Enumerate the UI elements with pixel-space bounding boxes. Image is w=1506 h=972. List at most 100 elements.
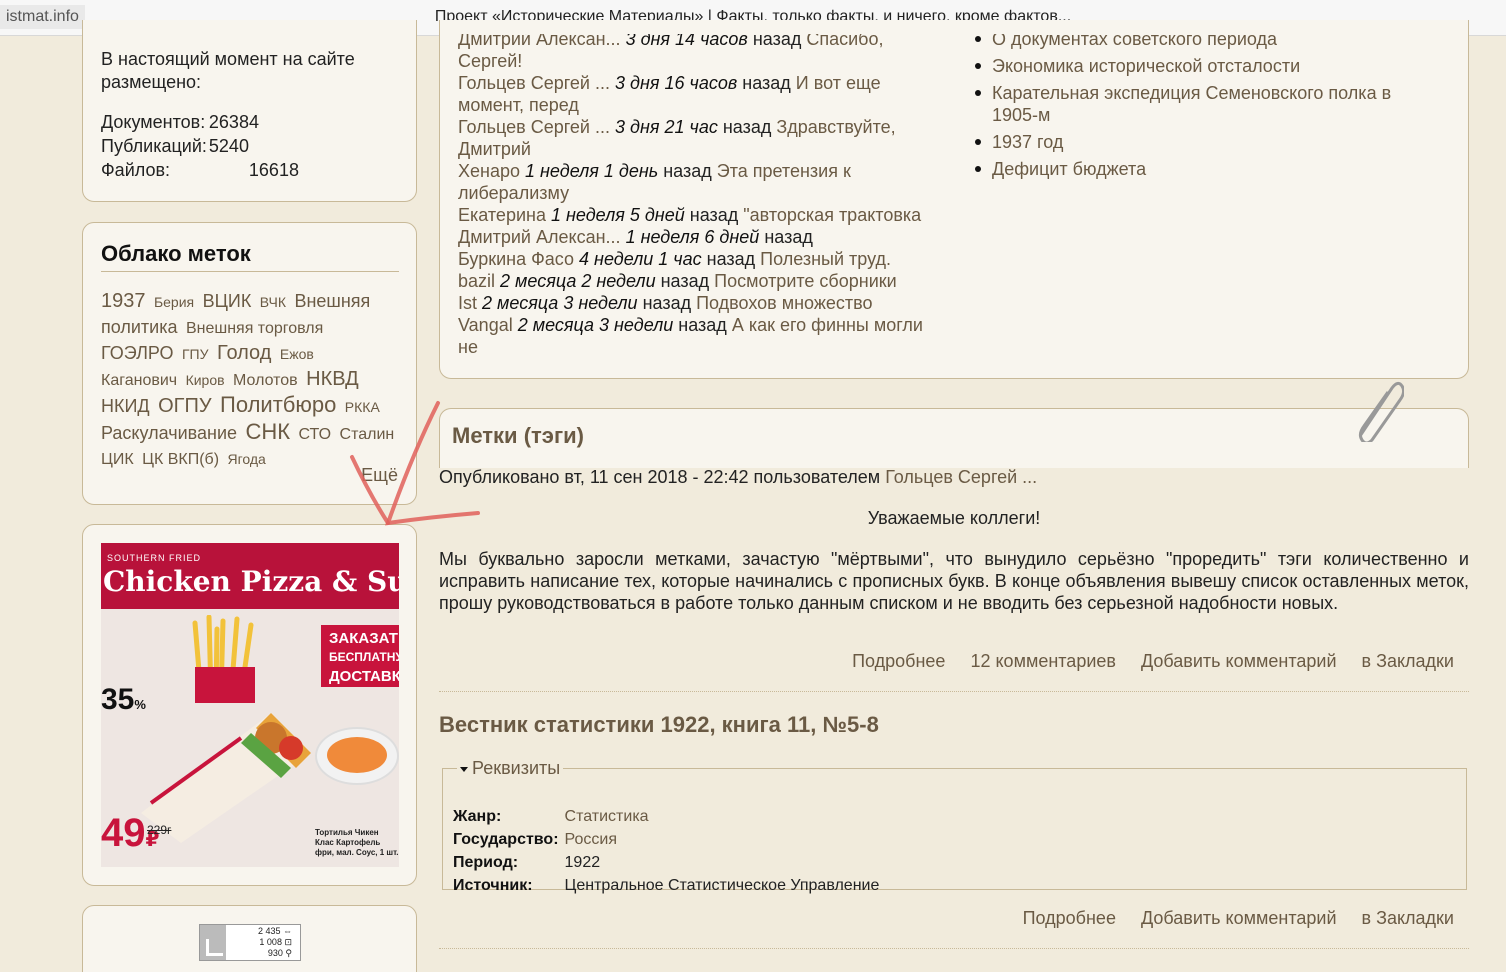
tag-link[interactable]: ЦИК [101,451,134,468]
visit-counter[interactable]: 2 435 ⇔ 1 008 ⊡ 930 ⚲ [199,924,301,961]
tag-link[interactable]: ЦК ВКП(б) [142,451,219,468]
counter-block: 2 435 ⇔ 1 008 ⊡ 930 ⚲ [82,905,417,972]
comment-ago-suffix: назад [752,29,802,49]
comment-author-link[interactable]: Дмитрий Алексан... [458,34,621,49]
ad-old-price: 229г [147,823,172,837]
comment-ago-suffix: назад [689,205,739,225]
comment-age: 1 неделя 5 дней [550,205,685,225]
requisites-label: Реквизиты [472,758,561,778]
comment-text-link[interactable]: Подвохов множество [696,293,872,313]
add-comment-link[interactable]: Добавить комментарий [1141,651,1337,671]
tag-cloud-more-link[interactable]: Ещё [361,465,398,486]
meta-prefix: Опубликовано вт, 11 сен 2018 - 22:42 пол… [439,467,881,487]
tag-link[interactable]: ОГПУ [158,395,211,417]
requisites-table: Жанр: Статистика Государство: Россия Перио… [453,805,879,897]
bookmark-link[interactable]: в Закладки [1362,908,1454,928]
tag-link[interactable]: Киров [186,372,225,388]
stats-row: Документов: 26384 [101,110,301,134]
comment-ago-suffix: назад [678,315,727,335]
divider [439,691,1469,692]
comments-count-link[interactable]: 12 комментариев [970,651,1116,671]
popular-item-link[interactable]: 1937 год [970,131,1430,153]
period-value: 1922 [564,854,601,871]
tag-link[interactable]: Каганович [101,372,177,389]
tag-link[interactable]: Сталин [340,426,395,443]
read-more-link[interactable]: Подробнее [852,651,945,671]
comment-author-link[interactable]: Vangal [458,315,513,335]
tag-link[interactable]: НКИД [101,396,150,416]
tag-link[interactable]: Ежов [280,346,314,362]
comment-author-link[interactable]: Екатерина [458,205,546,225]
article2-links: Подробнее Добавить комментарий в Закладк… [1003,908,1454,929]
tag-link[interactable]: Политбюро [220,392,336,417]
comment-author-link[interactable]: Гольцев Сергей ... [458,73,610,93]
tag-cloud-block: Облако меток 1937 Берия ВЦИК ВЧК Внешняя… [82,222,417,505]
comment-age: 4 недели 1 час [579,249,702,269]
comment-author-link[interactable]: bazil [458,271,495,291]
ad-order-line: ЗАКАЗАТ [329,630,398,647]
tag-link[interactable]: ВЦИК [203,291,252,311]
site-stats-block: В настоящий момент на сайте размещено: Д… [82,20,417,202]
comment-text-link[interactable]: Посмотрите сборники [714,271,897,291]
article-title[interactable]: Метки (тэги) [452,423,584,449]
popular-block: О документах советского периода Экономика… [970,34,1430,185]
requisites-fieldset: Реквизиты Жанр: Статистика Государство: Ро… [442,758,1467,894]
article-greeting: Уважаемые коллеги! [867,508,1041,528]
requisites-toggle[interactable]: Реквизиты [457,758,563,779]
recent-comments-list: Дмитрий Алексан... 3 дня 14 часов назад … [458,29,943,358]
comment-text-link[interactable]: "авторская трактовка [743,205,921,225]
requisite-key: Жанр: [453,808,502,825]
tag-link[interactable]: РККА [345,399,380,415]
article-header: Метки (тэги) [439,408,1469,468]
comment-author-link[interactable]: Буркина Фасо [458,249,574,269]
comment-author-link[interactable]: Хенаро [458,161,520,181]
popular-item-link[interactable]: О документах советского периода [970,34,1430,50]
comment-row: Гольцев Сергей ... 3 дня 21 час назад Зд… [458,116,943,160]
comment-text-link[interactable]: Полезный труд. [760,249,891,269]
genre-link[interactable]: Статистика [565,805,880,828]
comment-ago-suffix: назад [742,73,791,93]
stats-value: 16618 [248,160,299,180]
ad-banner[interactable]: SOUTHERN FRIED Chicken Pizza & Sushi ЗАК… [101,543,399,867]
comment-row: Буркина Фасо 4 недели 1 час назад Полезн… [458,248,943,270]
comment-age: 1 неделя 6 дней [625,227,760,247]
ad-southern-label: SOUTHERN FRIED [107,553,202,563]
country-link[interactable]: Россия [565,828,880,851]
requisite-row: Источник: Центральное Статистическое Упра… [453,874,879,897]
bookmark-link[interactable]: в Закладки [1362,651,1454,671]
chart-icon [200,925,226,960]
tag-link[interactable]: Раскулачивание [101,423,237,443]
popular-item-link[interactable]: Дефицит бюджета [970,158,1430,180]
tag-link[interactable]: ВЧК [260,294,286,310]
tag-link[interactable]: НКВД [306,368,359,390]
comment-author-link[interactable]: Дмитрий Алексан... [458,227,621,247]
counter-line: 2 435 ⇔ [257,926,292,936]
comment-ago-suffix: назад [660,271,710,291]
triangle-down-icon [460,766,468,772]
ad-brand-band: SOUTHERN FRIED Chicken Pizza & Sushi [101,543,399,609]
stats-label: Документов: [101,112,206,132]
tag-link[interactable]: Молотов [233,372,298,389]
tag-link[interactable]: Голод [217,342,271,364]
tag-link[interactable]: ГОЭЛРО [101,343,174,363]
read-more-link[interactable]: Подробнее [1023,908,1116,928]
ad-order-line: ДОСТАВК [329,668,399,685]
comment-age: 1 неделя 1 день [525,161,659,181]
comment-row: Дмитрий Алексан... 1 неделя 6 дней назад [458,226,943,248]
popular-item-link[interactable]: Экономика исторической отсталости [970,55,1430,77]
add-comment-link[interactable]: Добавить комментарий [1141,908,1337,928]
tag-link[interactable]: Внешняя торговля [186,320,323,337]
popular-more-link[interactable]: Ещё [1401,200,1438,222]
tag-link[interactable]: СТО [299,426,332,443]
tag-link[interactable]: СНК [245,419,290,444]
tag-link[interactable]: Берия [154,294,194,310]
tag-link[interactable]: Ягода [227,451,265,467]
popular-item-link[interactable]: Карательная экспедиция Семеновского полк… [970,82,1430,126]
tag-link[interactable]: ГПУ [182,346,209,362]
comment-author-link[interactable]: Гольцев Сергей ... [458,117,610,137]
tag-link[interactable]: 1937 [101,290,146,312]
author-link[interactable]: Гольцев Сергей ... [885,467,1037,487]
article2-title[interactable]: Вестник статистики 1922, книга 11, №5-8 [439,712,879,738]
stats-intro: В настоящий момент на сайте размещено: [101,49,355,92]
comment-author-link[interactable]: Ist [458,293,477,313]
